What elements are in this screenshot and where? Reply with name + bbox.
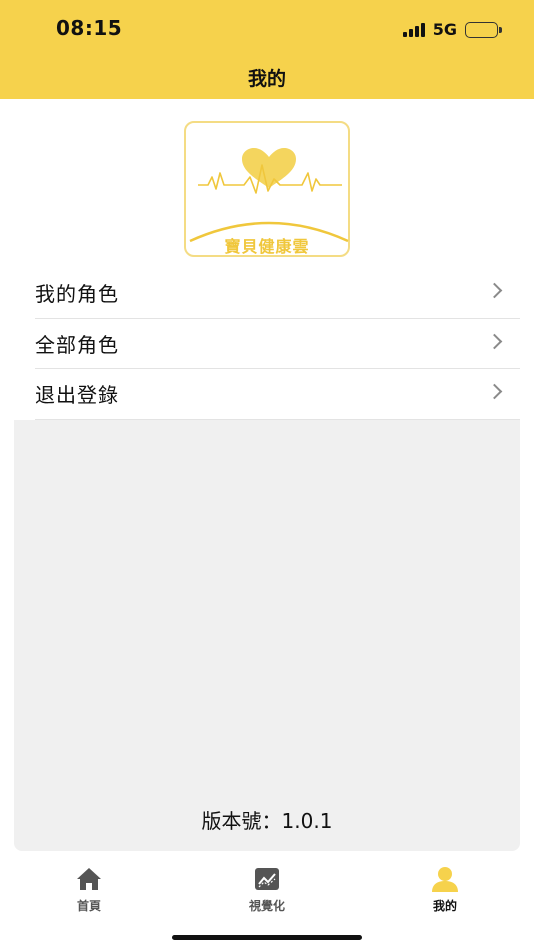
chevron-right-icon xyxy=(486,282,503,299)
status-indicators: 5G xyxy=(402,20,502,39)
tab-label: 首頁 xyxy=(76,899,101,913)
settings-menu: 我的角色 全部角色 退出登錄 xyxy=(0,268,534,420)
app-logo: 寶貝健康雲 xyxy=(184,121,350,257)
status-time: 08:15 xyxy=(56,16,123,40)
page-title: 我的 xyxy=(247,68,286,90)
logo-text: 寶貝健康雲 xyxy=(224,237,310,256)
network-type: 5G xyxy=(432,20,457,39)
menu-item-logout[interactable]: 退出登錄 xyxy=(35,369,520,420)
home-icon xyxy=(77,868,101,890)
header-bar: 08:15 5G 我的 xyxy=(0,0,534,99)
tab-label: 視覺化 xyxy=(248,899,285,913)
battery-icon xyxy=(465,21,502,38)
user-icon xyxy=(432,867,458,892)
chevron-right-icon xyxy=(486,333,503,349)
menu-item-my-roles[interactable]: 我的角色 xyxy=(35,268,520,319)
chart-icon xyxy=(255,868,279,890)
tab-label: 我的 xyxy=(432,899,457,913)
menu-item-label: 退出登錄 xyxy=(35,383,119,408)
chevron-right-icon xyxy=(486,383,503,400)
tab-profile[interactable]: 我的 xyxy=(395,865,495,914)
content-background xyxy=(14,420,520,851)
menu-item-all-roles[interactable]: 全部角色 xyxy=(35,319,520,369)
home-indicator xyxy=(172,935,362,940)
version-label: 版本號：1.0.1 xyxy=(201,809,333,833)
menu-item-label: 全部角色 xyxy=(35,332,119,357)
tab-home[interactable]: 首頁 xyxy=(39,865,139,914)
tab-visualization[interactable]: 視覺化 xyxy=(217,865,317,914)
menu-item-label: 我的角色 xyxy=(35,282,119,307)
signal-icon xyxy=(402,22,425,37)
